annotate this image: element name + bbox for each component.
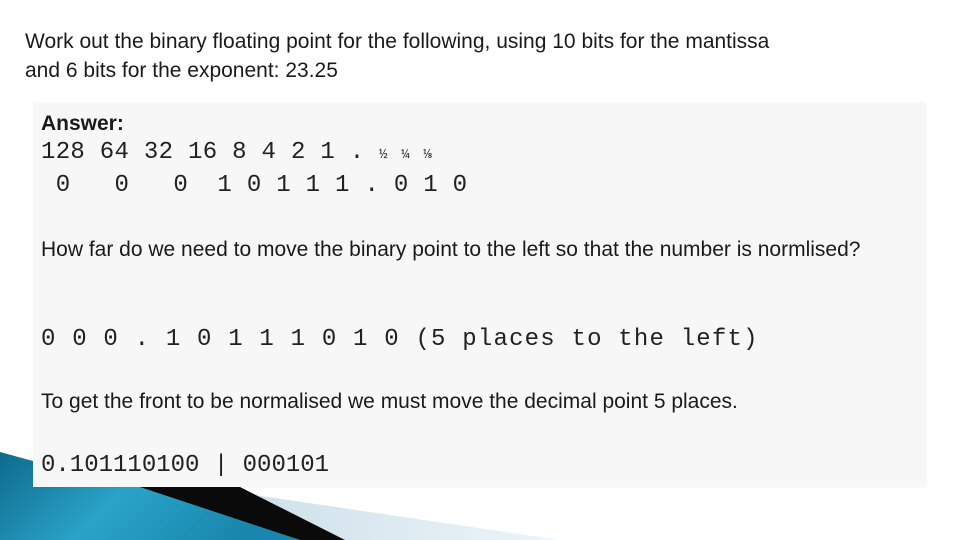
answer-label: Answer: bbox=[41, 112, 124, 135]
fraction-quarter: ¼ bbox=[401, 147, 409, 163]
fraction-half: ½ bbox=[379, 147, 387, 163]
answer-box: Answer: 128 64 32 16 8 4 2 1 . ½ ¼ ⅛ 0 0… bbox=[33, 103, 925, 487]
integer-place-values: 128 64 32 16 8 4 2 1 . bbox=[41, 139, 380, 166]
explanation-text: To get the front to be normalised we mus… bbox=[41, 390, 738, 413]
title-line-1: Work out the binary floating point for t… bbox=[25, 30, 770, 53]
place-values-row: 128 64 32 16 8 4 2 1 . ½ ¼ ⅛ bbox=[41, 139, 432, 166]
slide-title: Work out the binary floating point for t… bbox=[25, 27, 925, 85]
normalisation-question: How far do we need to move the binary po… bbox=[41, 238, 861, 261]
title-line-2: and 6 bits for the exponent: 23.25 bbox=[25, 59, 338, 82]
mantissa-exponent-result: 0.101110100 | 000101 bbox=[41, 452, 330, 479]
binary-bits-row: 0 0 0 1 0 1 1 1 . 0 1 0 bbox=[41, 172, 468, 199]
normalised-shift-line: 0 0 0 . 1 0 1 1 1 0 1 0 (5 places to the… bbox=[41, 326, 759, 353]
fraction-eighth: ⅛ bbox=[423, 147, 431, 163]
